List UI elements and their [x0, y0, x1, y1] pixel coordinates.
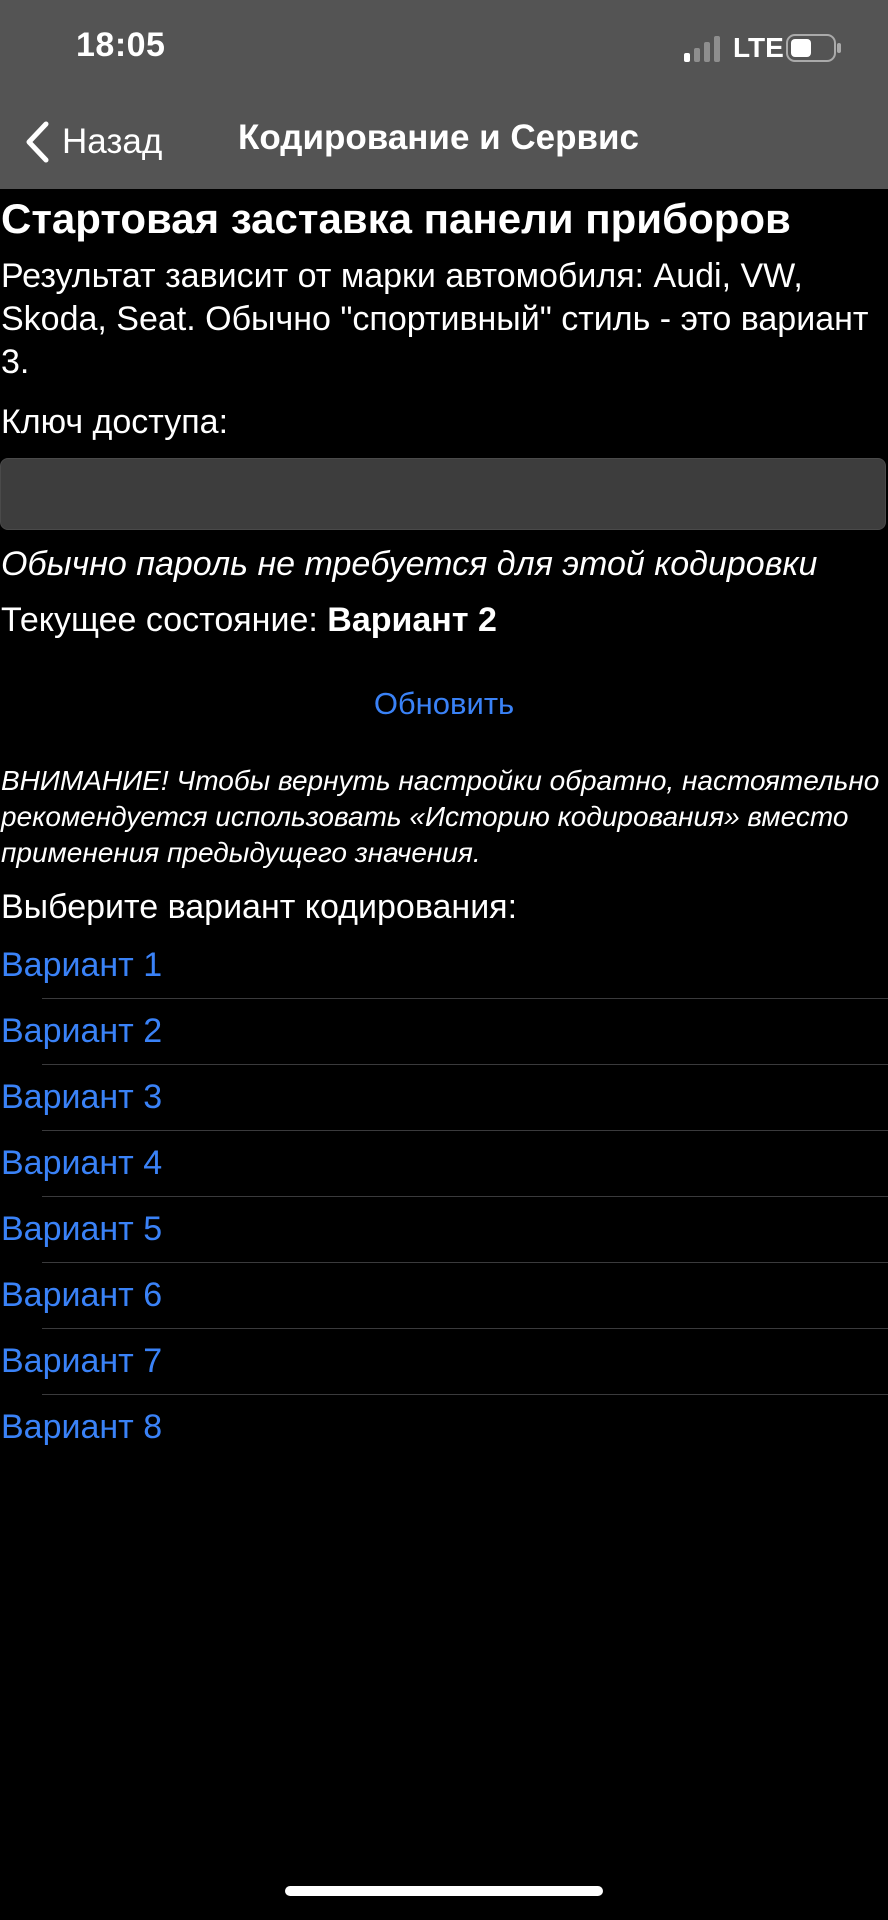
home-indicator[interactable] — [285, 1886, 603, 1896]
variant-option-5[interactable]: Вариант 5 — [0, 1197, 888, 1263]
battery-icon — [786, 34, 841, 62]
nav-title: Кодирование и Сервис — [238, 118, 639, 157]
description: Результат зависит от марки автомобиля: A… — [1, 257, 869, 381]
refresh-button[interactable]: Обновить — [0, 686, 888, 722]
back-button[interactable]: Назад — [24, 116, 162, 168]
signal-bars-icon — [684, 36, 720, 62]
variant-option-label: Вариант 3 — [1, 1078, 163, 1116]
variant-option-label: Вариант 2 — [1, 1012, 163, 1050]
network-type: LTE — [733, 32, 784, 63]
variant-option-3[interactable]: Вариант 3 — [0, 1065, 888, 1131]
variant-option-label: Вариант 4 — [1, 1144, 163, 1182]
variant-option-label: Вариант 8 — [1, 1408, 163, 1446]
page-title: Стартовая заставка панели приборов — [1, 195, 791, 242]
variant-option-label: Вариант 7 — [1, 1342, 163, 1380]
variant-option-7[interactable]: Вариант 7 — [0, 1329, 888, 1395]
choose-variant-label: Выберите вариант кодирования: — [1, 888, 518, 926]
variant-option-1[interactable]: Вариант 1 — [0, 933, 888, 999]
current-state-label: Текущее состояние: — [1, 601, 328, 639]
chevron-left-icon — [26, 121, 49, 163]
variant-list: Вариант 1 Вариант 2 Вариант 3 Вариант 4 … — [0, 933, 888, 1461]
current-state-value: Вариант 2 — [327, 601, 497, 639]
variant-option-label: Вариант 1 — [1, 946, 163, 984]
variant-option-4[interactable]: Вариант 4 — [0, 1131, 888, 1197]
password-hint: Обычно пароль не требуется для этой коди… — [1, 545, 818, 583]
back-label: Назад — [62, 122, 163, 161]
warning-text: ВНИМАНИЕ! Чтобы вернуть настройки обратн… — [1, 765, 880, 868]
current-state: Текущее состояние: Вариант 2 — [1, 601, 497, 640]
variant-option-label: Вариант 5 — [1, 1210, 163, 1248]
variant-option-2[interactable]: Вариант 2 — [0, 999, 888, 1065]
top-bar: 18:05 LTE Назад Кодирование и Сервис — [0, 0, 888, 189]
access-key-input[interactable] — [0, 458, 886, 530]
status-time: 18:05 — [76, 26, 166, 64]
variant-option-label: Вариант 6 — [1, 1276, 163, 1314]
variant-option-6[interactable]: Вариант 6 — [0, 1263, 888, 1329]
access-key-label: Ключ доступа: — [1, 403, 229, 441]
variant-option-8[interactable]: Вариант 8 — [0, 1395, 888, 1461]
